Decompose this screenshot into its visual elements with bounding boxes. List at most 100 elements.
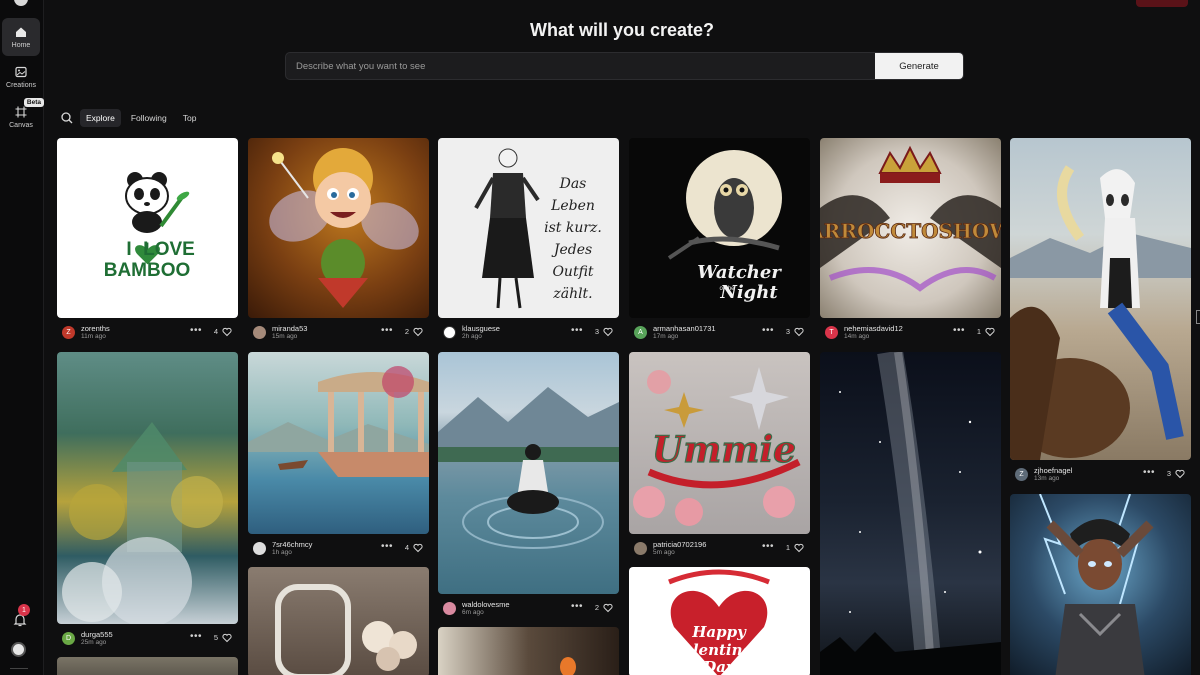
timestamp: 17m ago <box>653 333 679 340</box>
card-meta: patricia0702196 5m ago ••• 1 <box>629 536 810 560</box>
more-options-icon[interactable]: ••• <box>953 325 965 336</box>
fantasy-tower-illustration <box>62 422 223 624</box>
tab-following[interactable]: Following <box>125 109 173 127</box>
card-image[interactable] <box>57 657 238 675</box>
card-image[interactable]: Happy Valentine's Day <box>629 567 810 675</box>
like-count: 1 <box>785 543 790 552</box>
sidebar-item-creations[interactable]: Creations <box>2 58 40 96</box>
card-image[interactable] <box>1010 494 1191 675</box>
heart-icon[interactable] <box>603 603 613 613</box>
card-meta: A armanhasan01731 17m ago ••• 3 <box>629 320 810 344</box>
username[interactable]: waldolovesme <box>462 600 510 609</box>
more-options-icon[interactable]: ••• <box>571 325 583 336</box>
like-count: 2 <box>594 603 599 612</box>
svg-text:Ummie: Ummie <box>652 429 796 471</box>
more-options-icon[interactable]: ••• <box>381 325 393 336</box>
avatar[interactable]: T <box>825 326 838 339</box>
card-meta: Z zjhoefnagel 13m ago ••• 3 <box>1010 462 1191 486</box>
svg-text:Night: Night <box>719 282 778 303</box>
svg-text:Watcher: Watcher <box>697 262 782 283</box>
card-image[interactable] <box>248 138 429 318</box>
valentines-heart-illustration: Happy Valentine's Day <box>668 569 770 675</box>
heart-icon[interactable] <box>603 327 613 337</box>
username[interactable]: zorenths <box>81 324 110 333</box>
more-options-icon[interactable]: ••• <box>762 541 774 552</box>
svg-text:LOVE: LOVE <box>143 239 195 260</box>
timestamp: 6m ago <box>462 609 484 616</box>
timestamp: 2h ago <box>462 333 482 340</box>
svg-text:Outfit: Outfit <box>552 264 593 280</box>
more-options-icon[interactable]: ••• <box>571 601 583 612</box>
beta-badge: Beta <box>23 98 44 107</box>
card-image[interactable] <box>248 567 429 675</box>
top-action-button[interactable] <box>1136 0 1188 7</box>
more-options-icon[interactable]: ••• <box>1143 467 1155 478</box>
card-image[interactable] <box>248 352 429 534</box>
heart-icon[interactable] <box>222 327 232 337</box>
heart-icon[interactable] <box>1175 469 1185 479</box>
card-image[interactable]: Ummie <box>629 352 810 534</box>
more-options-icon[interactable]: ••• <box>190 325 202 336</box>
owl-illustration: Watcher of the Night <box>667 150 782 303</box>
more-options-icon[interactable]: ••• <box>190 631 202 642</box>
image-icon <box>15 66 27 78</box>
avatar[interactable] <box>253 326 266 339</box>
username[interactable]: 7sr46chmcy <box>272 540 312 549</box>
sidebar-item-label: Canvas <box>9 122 33 129</box>
card-image[interactable]: ARROCCTOSHOW <box>820 138 1001 318</box>
panda-illustration: I I LOVE BAMBOO <box>104 172 195 281</box>
right-edge-handle[interactable] <box>1196 310 1200 324</box>
svg-text:zählt.: zählt. <box>552 286 592 302</box>
page-title: What will you create? <box>529 20 715 40</box>
card-image[interactable]: Das Leben ist kurz. Jedes Outfit zählt. <box>438 138 619 318</box>
card-image[interactable]: Watcher of the Night <box>629 138 810 318</box>
sidebar-item-home[interactable]: Home <box>2 18 40 56</box>
username[interactable]: durga555 <box>81 630 113 639</box>
card-image[interactable] <box>57 352 238 624</box>
avatar[interactable] <box>443 602 456 615</box>
avatar[interactable]: A <box>634 326 647 339</box>
logo-icon[interactable] <box>14 0 28 6</box>
more-options-icon[interactable]: ••• <box>762 325 774 336</box>
heart-icon[interactable] <box>413 543 423 553</box>
heart-icon[interactable] <box>222 633 232 643</box>
avatar[interactable] <box>253 542 266 555</box>
heart-icon[interactable] <box>413 327 423 337</box>
like-count: 3 <box>785 327 790 336</box>
fireplace-illustration <box>560 657 576 675</box>
heart-icon[interactable] <box>794 543 804 553</box>
prompt-input[interactable] <box>286 53 875 79</box>
more-options-icon[interactable]: ••• <box>381 541 393 552</box>
card-meta: D durga555 25m ago ••• 5 <box>57 626 238 650</box>
timestamp: 13m ago <box>1034 475 1060 482</box>
lake-woman-illustration <box>438 387 619 549</box>
sidebar-item-canvas[interactable]: Canvas Beta <box>2 98 44 136</box>
card-image[interactable] <box>438 352 619 594</box>
card-image[interactable] <box>1010 138 1191 460</box>
heart-icon[interactable] <box>794 327 804 337</box>
username[interactable]: patricia0702196 <box>653 540 706 549</box>
avatar[interactable]: Z <box>62 326 75 339</box>
avatar[interactable] <box>443 326 456 339</box>
generate-button[interactable]: Generate <box>875 53 963 79</box>
feed-tabs: Explore Following Top <box>60 109 202 127</box>
heart-icon[interactable] <box>985 327 995 337</box>
avatar[interactable]: Z <box>1015 468 1028 481</box>
avatar[interactable]: D <box>62 632 75 645</box>
card-image[interactable] <box>438 627 619 675</box>
svg-text:Day: Day <box>702 658 736 675</box>
username[interactable]: zjhoefnagel <box>1034 466 1072 475</box>
logo-art-illustration: ARROCCTOSHOW <box>820 145 1001 292</box>
tab-top[interactable]: Top <box>177 109 203 127</box>
username[interactable]: nehemiasdavid12 <box>844 324 903 333</box>
avatar[interactable] <box>634 542 647 555</box>
tab-explore[interactable]: Explore <box>80 109 121 127</box>
card-image[interactable] <box>820 352 1001 675</box>
card-image[interactable]: I I LOVE BAMBOO <box>57 138 238 318</box>
svg-text:I: I <box>126 239 131 260</box>
search-icon[interactable] <box>60 111 74 125</box>
username[interactable]: miranda53 <box>272 324 307 333</box>
username[interactable]: armanhasan01731 <box>653 324 716 333</box>
username[interactable]: klausguese <box>462 324 500 333</box>
user-avatar[interactable] <box>11 642 26 657</box>
